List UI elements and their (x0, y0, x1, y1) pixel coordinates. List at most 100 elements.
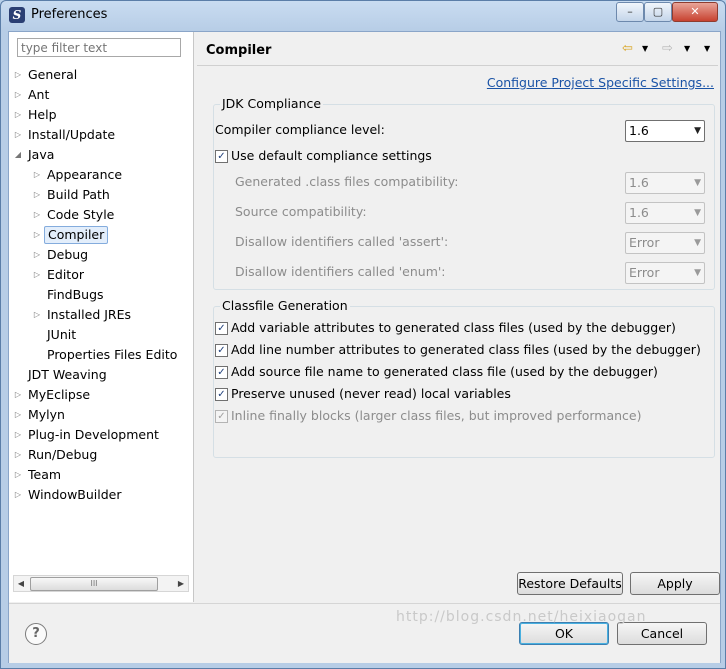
tree-item-label: Appearance (47, 167, 123, 182)
maximize-button[interactable]: ▢ (644, 2, 672, 22)
tree-expand-icon[interactable]: ▷ (32, 306, 42, 324)
tree-item-findbugs[interactable]: FindBugs (9, 286, 193, 304)
chevron-down-icon: ▼ (694, 208, 701, 218)
header-separator (197, 65, 718, 66)
tree-item-debug[interactable]: ▷ Debug (9, 246, 193, 264)
tree-item-install-update[interactable]: ▷ Install/Update (9, 126, 193, 144)
tree-expand-icon[interactable]: ▷ (32, 226, 42, 244)
tree-expand-icon[interactable]: ▷ (13, 386, 23, 404)
jdk-setting-select[interactable]: Error ▼ (625, 262, 705, 284)
tree-item-build-path[interactable]: ▷ Build Path (9, 186, 193, 204)
checkbox-checked-icon[interactable]: ✓ (215, 150, 228, 163)
tree-expand-icon[interactable]: ▷ (32, 266, 42, 284)
tree-item-java[interactable]: ◢ Java (9, 146, 193, 164)
ok-button[interactable]: OK (519, 622, 609, 645)
tree-expand-icon[interactable]: ▷ (13, 446, 23, 464)
tree-collapse-icon[interactable]: ◢ (13, 146, 23, 164)
jdk-setting-select[interactable]: 1.6 ▼ (625, 202, 705, 224)
forward-arrow-icon[interactable]: ⇨ (662, 41, 673, 57)
cancel-button[interactable]: Cancel (617, 622, 707, 645)
dialog-client-area: ▷ General ▷ Ant ▷ Help ▷ Install/Update ◢ Java ▷ Ap… (8, 31, 721, 663)
tree-item-team[interactable]: ▷ Team (9, 466, 193, 484)
tree-item-label: JDT Weaving (28, 367, 107, 382)
tree-item-label: Installed JREs (47, 307, 132, 322)
scroll-left-icon[interactable]: ◀ (14, 576, 28, 591)
window-title: Preferences (31, 7, 108, 22)
view-menu-icon[interactable]: ▼ (704, 41, 710, 57)
configure-project-settings-link[interactable]: Configure Project Specific Settings... (487, 75, 714, 90)
classfile-option-label: Add variable attributes to generated cla… (231, 320, 676, 335)
tree-expand-icon[interactable]: ▷ (13, 106, 23, 124)
tree-item-appearance[interactable]: ▷ Appearance (9, 166, 193, 184)
tree-item-editor[interactable]: ▷ Editor (9, 266, 193, 284)
preference-tree-panel: ▷ General ▷ Ant ▷ Help ▷ Install/Update ◢ Java ▷ Ap… (9, 32, 194, 602)
tree-expand-icon[interactable]: ▷ (13, 486, 23, 504)
forward-dropdown-icon[interactable]: ▼ (684, 41, 690, 57)
tree-item-help[interactable]: ▷ Help (9, 106, 193, 124)
tree-item-label: JUnit (47, 327, 77, 342)
tree-item-general[interactable]: ▷ General (9, 66, 193, 84)
classfile-generation-group: Classfile Generation ✓ Add variable attri… (213, 298, 715, 458)
jdk-setting-label: Disallow identifiers called 'assert': (235, 234, 449, 249)
scroll-thumb[interactable]: III (30, 577, 158, 591)
tree-expand-icon[interactable]: ▷ (13, 126, 23, 144)
jdk-compliance-title: JDK Compliance (220, 96, 324, 111)
tree-expand-icon[interactable]: ▷ (32, 166, 42, 184)
tree-item-myeclipse[interactable]: ▷ MyEclipse (9, 386, 193, 404)
title-bar[interactable]: S Preferences – ▢ ✕ (1, 1, 725, 29)
restore-defaults-button[interactable]: Restore Defaults (517, 572, 623, 595)
tree-item-run-debug[interactable]: ▷ Run/Debug (9, 446, 193, 464)
tree-item-label: MyEclipse (28, 387, 91, 402)
tree-expand-icon[interactable]: ▷ (13, 66, 23, 84)
tree-item-label: Plug-in Development (28, 427, 159, 442)
back-dropdown-icon[interactable]: ▼ (642, 41, 648, 57)
checkbox-checked-icon[interactable]: ✓ (215, 322, 228, 335)
tree-item-ant[interactable]: ▷ Ant (9, 86, 193, 104)
scroll-right-icon[interactable]: ▶ (174, 576, 188, 591)
tree-item-label: General (28, 67, 78, 82)
tree-expand-icon[interactable]: ▷ (32, 186, 42, 204)
preferences-window: S Preferences – ▢ ✕ ▷ General ▷ Ant ▷ Help ▷ In… (0, 0, 726, 669)
tree-item-properties-files-edito[interactable]: Properties Files Edito (9, 346, 193, 364)
tree-horizontal-scrollbar[interactable]: ◀ III ▶ (13, 575, 189, 592)
tree-expand-icon[interactable]: ▷ (13, 406, 23, 424)
apply-button[interactable]: Apply (630, 572, 720, 595)
tree-item-label: Compiler (44, 226, 109, 244)
back-arrow-icon[interactable]: ⇦ (622, 41, 633, 57)
jdk-setting-value: Error (629, 265, 660, 280)
classfile-option-label: Add source file name to generated class … (231, 364, 658, 379)
use-default-compliance-label: Use default compliance settings (231, 148, 432, 163)
jdk-setting-value: 1.6 (629, 175, 649, 190)
filter-input[interactable] (17, 38, 181, 57)
tree-expand-icon[interactable]: ▷ (32, 246, 42, 264)
tree-expand-icon[interactable]: ▷ (13, 426, 23, 444)
tree-item-mylyn[interactable]: ▷ Mylyn (9, 406, 193, 424)
tree-item-label: Run/Debug (28, 447, 98, 462)
minimize-button[interactable]: – (616, 2, 644, 22)
compliance-level-select[interactable]: 1.6 ▼ (625, 120, 705, 142)
tree-expand-icon[interactable]: ▷ (13, 466, 23, 484)
help-icon[interactable]: ? (25, 623, 47, 645)
tree-expand-icon[interactable]: ▷ (13, 86, 23, 104)
checkbox-checked-icon[interactable]: ✓ (215, 366, 228, 379)
checkbox-checked-icon[interactable]: ✓ (215, 388, 228, 401)
tree-item-label: Debug (47, 247, 89, 262)
tree-item-windowbuilder[interactable]: ▷ WindowBuilder (9, 486, 193, 504)
close-button[interactable]: ✕ (672, 2, 718, 22)
jdk-setting-select[interactable]: Error ▼ (625, 232, 705, 254)
chevron-down-icon: ▼ (694, 238, 701, 248)
tree-item-label: Properties Files Edito (47, 347, 178, 362)
tree-item-compiler[interactable]: ▷ Compiler (9, 226, 193, 244)
checkbox-checked-icon[interactable]: ✓ (215, 344, 228, 357)
jdk-setting-select[interactable]: 1.6 ▼ (625, 172, 705, 194)
tree-expand-icon[interactable]: ▷ (32, 206, 42, 224)
tree-item-code-style[interactable]: ▷ Code Style (9, 206, 193, 224)
jdk-setting-label: Generated .class files compatibility: (235, 174, 459, 189)
page-title: Compiler (206, 43, 272, 58)
tree-item-installed-jres[interactable]: ▷ Installed JREs (9, 306, 193, 324)
tree-item-junit[interactable]: JUnit (9, 326, 193, 344)
tree-item-plug-in-development[interactable]: ▷ Plug-in Development (9, 426, 193, 444)
compiler-page: Compiler ⇦ ▼ ⇨ ▼ ▼ Configure Project Spe… (194, 32, 720, 602)
jdk-setting-label: Source compatibility: (235, 204, 367, 219)
tree-item-jdt-weaving[interactable]: JDT Weaving (9, 366, 193, 384)
